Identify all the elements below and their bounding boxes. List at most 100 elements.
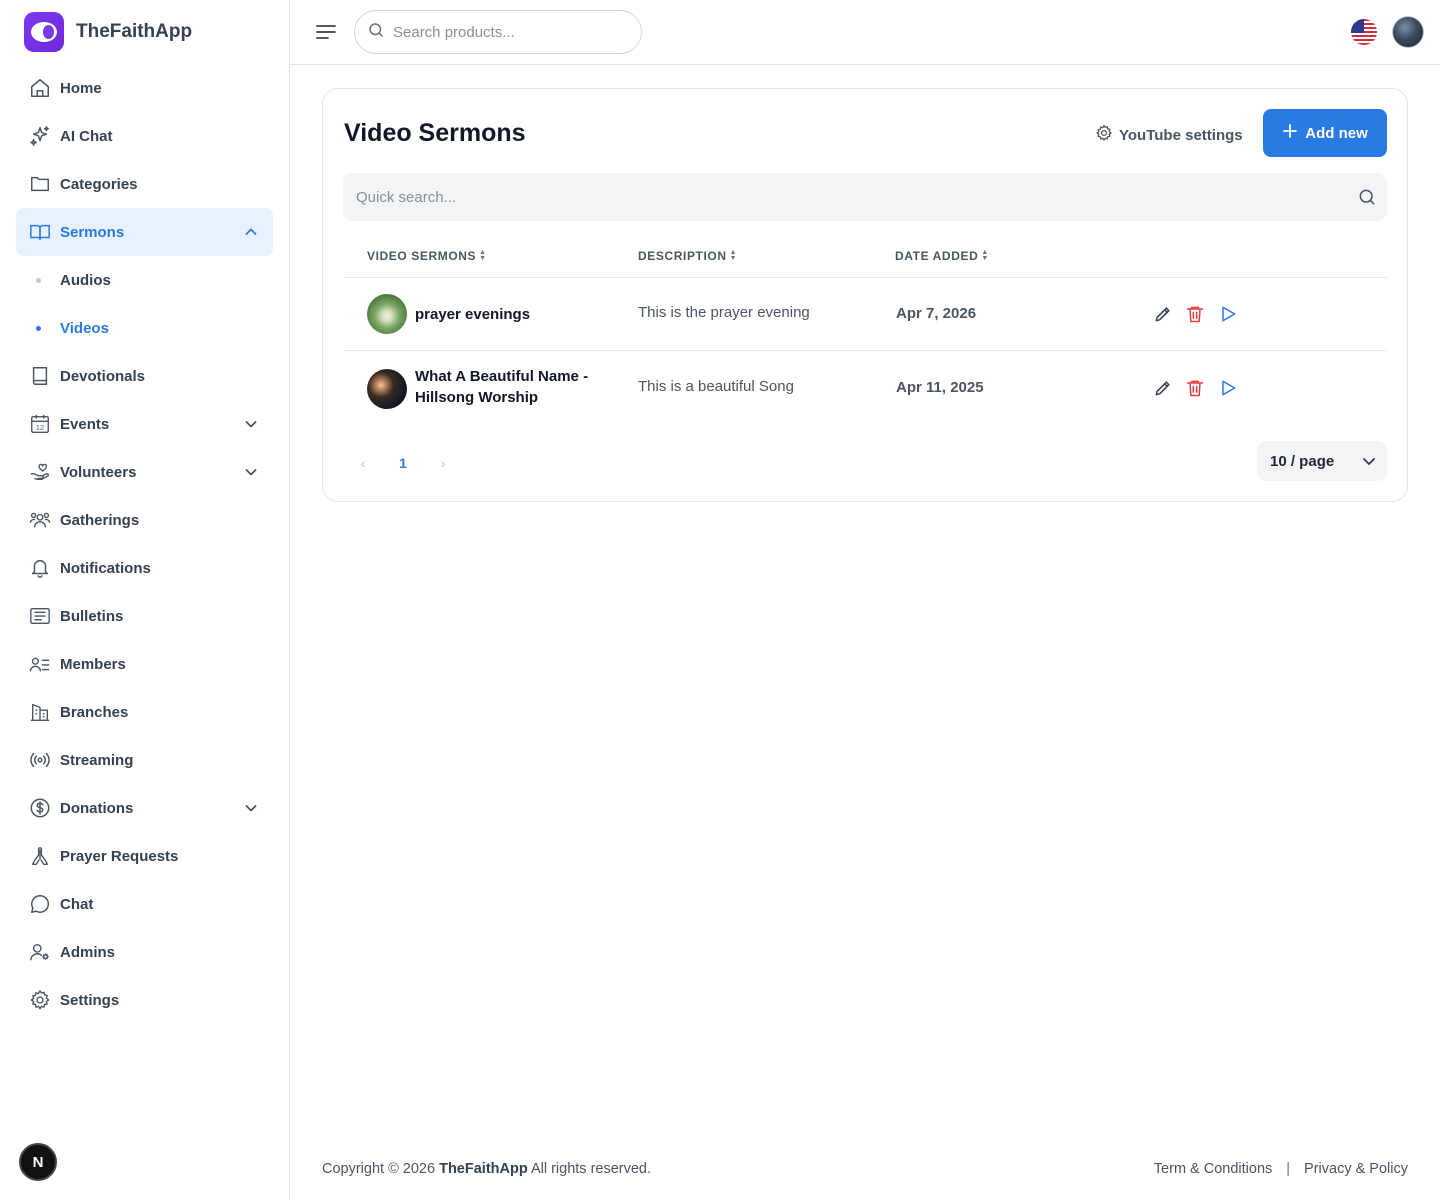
sidebar-item-bulletins[interactable]: Bulletins	[16, 592, 273, 640]
terms-link[interactable]: Term & Conditions	[1154, 1161, 1272, 1177]
quick-search[interactable]	[343, 173, 1387, 221]
sidebar-item-categories[interactable]: Categories	[16, 160, 273, 208]
sidebar-item-streaming[interactable]: Streaming	[16, 736, 273, 784]
video-description: This is the prayer evening	[638, 304, 810, 321]
column-header-description[interactable]: DESCRIPTION ▲ ▼	[638, 249, 737, 263]
gear-icon	[28, 988, 52, 1012]
us-flag-icon[interactable]	[1351, 19, 1377, 45]
quick-search-input[interactable]	[356, 188, 1316, 206]
sidebar-item-label: Branches	[60, 703, 129, 721]
page-size-value: 10 / page	[1270, 452, 1335, 470]
broadcast-icon	[28, 748, 52, 772]
sidebar-subitem-label: Videos	[60, 319, 109, 337]
sidebar-subitem-videos[interactable]: Videos	[16, 304, 273, 352]
sidebar-subitem-audios[interactable]: Audios	[16, 256, 273, 304]
video-date-added: Apr 11, 2025	[896, 379, 984, 396]
play-icon[interactable]	[1218, 378, 1238, 398]
bullet-dot-icon	[36, 325, 41, 331]
chevron-down-icon	[243, 800, 259, 816]
sidebar-item-chat[interactable]: Chat	[16, 880, 273, 928]
sort-icon: ▲ ▼	[981, 249, 989, 262]
book-icon	[28, 364, 52, 388]
sidebar-item-label: Admins	[60, 943, 116, 961]
sidebar-item-sermons[interactable]: Sermons	[16, 208, 273, 256]
search-icon[interactable]	[1357, 187, 1377, 207]
user-avatar[interactable]	[1392, 16, 1424, 48]
privacy-link[interactable]: Privacy & Policy	[1304, 1161, 1408, 1177]
brand-logo-icon	[24, 12, 64, 52]
footer-separator: |	[1286, 1161, 1291, 1177]
menu-toggle-icon[interactable]	[314, 20, 338, 44]
sidebar-item-donations[interactable]: Donations	[16, 784, 273, 832]
page-title: Video Sermons	[344, 119, 526, 147]
top-header	[290, 0, 1440, 65]
video-thumbnail[interactable]	[367, 294, 407, 334]
bell-icon	[28, 556, 52, 580]
home-icon	[28, 76, 52, 100]
table-row: prayer evenings This is the prayer eveni…	[343, 278, 1387, 351]
sidebar-item-devotionals[interactable]: Devotionals	[16, 352, 273, 400]
pagination: ‹ 1 ›	[343, 443, 463, 483]
play-icon[interactable]	[1218, 304, 1238, 324]
pagination-page-1[interactable]: 1	[383, 443, 423, 483]
sidebar-item-branches[interactable]: Branches	[16, 688, 273, 736]
search-icon	[367, 21, 385, 44]
chevron-down-icon	[243, 416, 259, 432]
sidebar-item-label: Streaming	[60, 751, 134, 769]
sidebar-nav: Home AI Chat Categories Sermons Audios V…	[16, 64, 273, 1024]
chevron-down-icon	[243, 464, 259, 480]
sidebar-item-settings[interactable]: Settings	[16, 976, 273, 1024]
user-list-icon	[28, 652, 52, 676]
video-title: prayer evenings	[415, 306, 531, 323]
sidebar-subitem-label: Audios	[60, 271, 111, 289]
sidebar-item-ai-chat[interactable]: AI Chat	[16, 112, 273, 160]
video-description: This is a beautiful Song	[638, 378, 794, 395]
copyright: Copyright © 2026 TheFaithApp All rights …	[322, 1161, 651, 1177]
page-size-select[interactable]: 10 / page	[1257, 441, 1387, 481]
column-header-video-sermons[interactable]: VIDEO SERMONS ▲ ▼	[367, 249, 487, 263]
column-header-date-added[interactable]: DATE ADDED ▲ ▼	[895, 249, 989, 263]
pagination-next-button[interactable]: ›	[423, 443, 463, 483]
newspaper-icon	[28, 604, 52, 628]
table-header: VIDEO SERMONS ▲ ▼ DESCRIPTION ▲ ▼ DATE ADD…	[343, 237, 1387, 278]
edit-pencil-icon[interactable]	[1153, 378, 1173, 398]
edit-pencil-icon[interactable]	[1153, 304, 1173, 324]
users-icon	[28, 508, 52, 532]
sidebar-item-home[interactable]: Home	[16, 64, 273, 112]
book-open-icon	[28, 220, 52, 244]
sort-icon: ▲ ▼	[479, 249, 487, 262]
sidebar-item-label: Devotionals	[60, 367, 146, 385]
brand[interactable]: TheFaithApp	[24, 12, 192, 52]
sidebar: TheFaithApp Home AI Chat Categories Serm…	[0, 0, 290, 1200]
sidebar-item-label: Volunteers	[60, 463, 137, 481]
sidebar-item-label: Sermons	[60, 223, 125, 241]
sidebar-item-notifications[interactable]: Notifications	[16, 544, 273, 592]
video-thumbnail[interactable]	[367, 369, 407, 409]
sidebar-item-label: AI Chat	[60, 127, 113, 145]
sidebar-item-label: Members	[60, 655, 126, 673]
building-icon	[28, 700, 52, 724]
pagination-prev-button[interactable]: ‹	[343, 443, 383, 483]
column-header-label: VIDEO SERMONS	[367, 249, 477, 263]
sidebar-item-label: Events	[60, 415, 110, 433]
video-title: What A Beautiful Name - Hillsong Worship	[415, 368, 589, 406]
global-search[interactable]	[354, 10, 642, 54]
global-search-input[interactable]	[393, 23, 613, 41]
sidebar-item-label: Settings	[60, 991, 120, 1009]
sidebar-item-label: Home	[60, 79, 102, 97]
add-new-button[interactable]: Add new	[1263, 109, 1387, 157]
praying-hands-icon	[28, 844, 52, 868]
sidebar-item-members[interactable]: Members	[16, 640, 273, 688]
delete-trash-icon[interactable]	[1185, 304, 1205, 324]
sparkles-icon	[28, 124, 52, 148]
sidebar-item-gatherings[interactable]: Gatherings	[16, 496, 273, 544]
video-date-added: Apr 7, 2026	[896, 305, 977, 322]
sidebar-item-admins[interactable]: Admins	[16, 928, 273, 976]
sidebar-item-volunteers[interactable]: Volunteers	[16, 448, 273, 496]
sidebar-item-events[interactable]: 12 Events	[16, 400, 273, 448]
youtube-settings-button[interactable]: YouTube settings	[1095, 123, 1243, 147]
sidebar-item-prayer-requests[interactable]: Prayer Requests	[16, 832, 273, 880]
floating-dev-badge-button[interactable]: N	[19, 1143, 57, 1181]
delete-trash-icon[interactable]	[1185, 378, 1205, 398]
sidebar-item-label: Donations	[60, 799, 134, 817]
